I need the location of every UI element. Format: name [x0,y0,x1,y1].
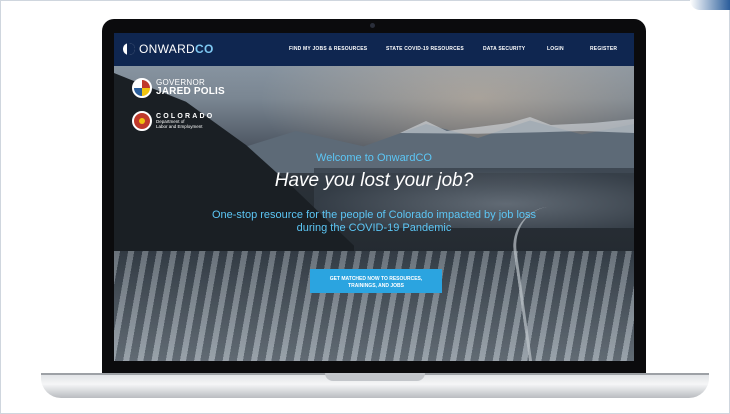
logo-text-prefix: ONWARD [139,42,196,56]
cta-line-2: TRAININGS, AND JOBS [348,283,404,289]
nav-login[interactable]: LOGIN [547,46,564,52]
webcam-icon [370,23,375,28]
cta-line-1: GET MATCHED NOW TO RESOURCES, [329,275,423,282]
nav-find-jobs-resources[interactable]: FIND MY JOBS & RESOURCES [289,46,367,52]
dept-line-2: Labor and Employment [156,123,203,129]
laptop-screen: ONWARDCO FIND MY JOBS & RESOURCES STATE … [114,33,634,361]
onwardco-logo-icon [123,43,135,55]
corner-accent [690,0,730,10]
nav-data-security[interactable]: DATA SECURITY [483,46,525,52]
nav-register[interactable]: REGISTER [590,46,617,52]
get-matched-button[interactable]: GET MATCHED NOW TO RESOURCES, TRAININGS,… [310,269,442,293]
logo-text-suffix: CO [195,42,214,56]
governor-name: JARED POLIS [156,86,225,98]
cdle-logo: COLORADO Department of Labor and Employm… [132,111,214,131]
colorado-seal-icon [132,111,152,131]
logo-text: ONWARDCO [139,42,214,56]
governor-logo: GOVERNOR JARED POLIS [132,78,225,98]
top-navbar: ONWARDCO FIND MY JOBS & RESOURCES STATE … [114,33,634,66]
governor-seal-icon [132,78,152,98]
welcome-text: Welcome to OnwardCO [316,152,432,164]
hero-tagline: One-stop resource for the people of Colo… [211,209,537,234]
hero-headline: Have you lost your job? [274,170,474,191]
onwardco-logo[interactable]: ONWARDCO [123,42,214,56]
laptop-hinge-notch [325,373,425,381]
nav-state-covid-resources[interactable]: STATE COVID-19 RESOURCES [386,46,464,52]
